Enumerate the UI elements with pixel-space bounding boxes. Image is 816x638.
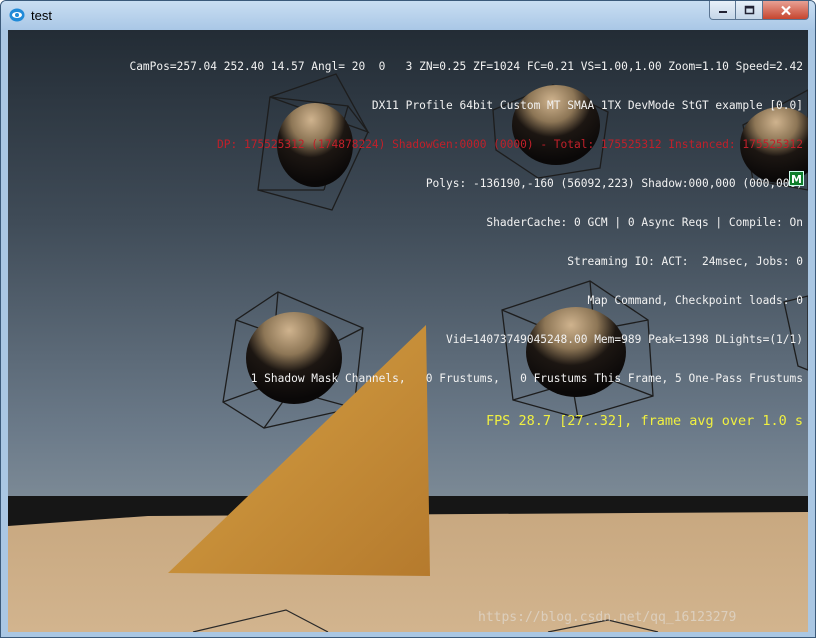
maximize-icon [744,5,754,15]
app-window: test CamPos=257.04 252.40 14.57 Angl= 20… [0,0,816,638]
watermark: https://blog.csdn.net/qq_16123279 [478,610,737,625]
hud-line-shadercache: ShaderCache: 0 GCM | 0 Async Reqs | Comp… [486,216,803,229]
hud-line-profile: DX11 Profile 64bit Custom MT SMAA 1TX De… [371,99,803,112]
hud-line-drawcalls: DP: 175525312 (174878224) ShadowGen:0000… [217,138,803,151]
hud-line-mapcommand: Map Command, Checkpoint loads: 0 [587,294,803,307]
fps-counter: FPS 28.7 [27..32], frame avg over 1.0 s [486,413,803,429]
minimize-button[interactable] [709,1,736,20]
minimize-icon [718,11,727,13]
hud-line-polys: Polys: -136190,-160 (56092,223) Shadow:0… [425,177,803,190]
window-controls [709,1,809,21]
m-badge-icon: M [789,171,804,186]
hud-line-campos: CamPos=257.04 252.40 14.57 Angl= 20 0 3 … [129,60,803,73]
eye-app-icon [9,8,25,22]
hud-line-streaming: Streaming IO: ACT: 24msec, Jobs: 0 [567,255,803,268]
maximize-button[interactable] [736,1,763,20]
render-viewport[interactable]: CamPos=257.04 252.40 14.57 Angl= 20 0 3 … [8,30,808,632]
title-bar[interactable]: test [1,1,815,30]
close-button[interactable] [763,1,809,20]
debug-hud: CamPos=257.04 252.40 14.57 Angl= 20 0 3 … [129,34,803,455]
hud-line-shadowmask: 1 Shadow Mask Channels, 0 Frustums, 0 Fr… [250,372,803,385]
hud-line-memory: Vid=14073749045248.00 Mem=989 Peak=1398 … [446,333,803,346]
window-title: test [31,8,52,23]
close-icon [780,5,791,15]
